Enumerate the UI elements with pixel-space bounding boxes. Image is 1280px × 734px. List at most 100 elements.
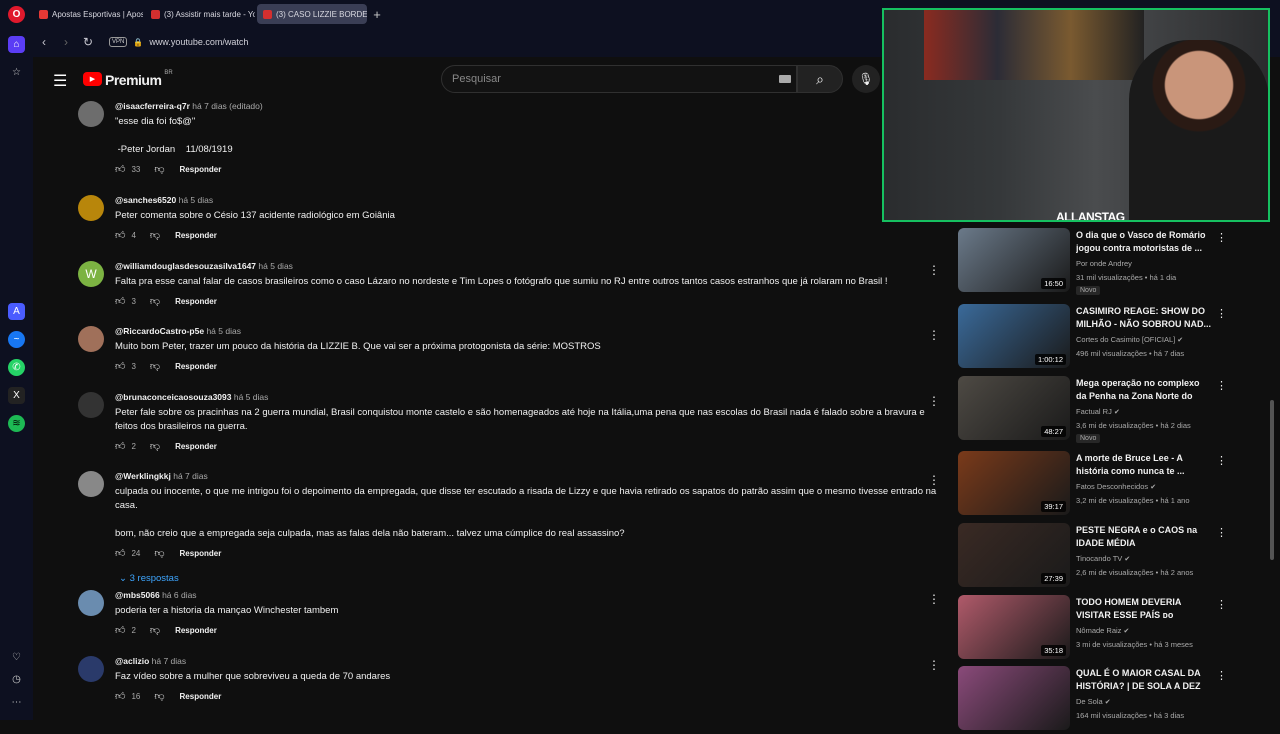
comment-author[interactable]: @aclizio bbox=[115, 656, 149, 666]
like-icon[interactable]: 👍︎ bbox=[115, 547, 125, 559]
avatar[interactable]: W bbox=[78, 261, 104, 287]
avatar[interactable] bbox=[78, 590, 104, 616]
reply-button[interactable]: Responder bbox=[175, 442, 217, 451]
channel-name[interactable]: Nômade Raiz ✔ bbox=[1076, 626, 1129, 635]
comment-time[interactable]: há 5 dias bbox=[179, 195, 214, 205]
more-actions-icon[interactable]: ⋮ bbox=[928, 658, 940, 672]
recommendation-item[interactable]: 27:39 PESTE NEGRA e o CAOS na IDADE MÉDI… bbox=[958, 523, 1230, 591]
video-title[interactable]: Mega operação no complexo da Penha na Zo… bbox=[1076, 377, 1211, 404]
spotify-icon[interactable]: ≋ bbox=[8, 415, 25, 432]
avatar[interactable] bbox=[78, 326, 104, 352]
recommendation-item[interactable]: 48:27 Mega operação no complexo da Penha… bbox=[958, 376, 1230, 444]
messenger-icon[interactable]: ~ bbox=[8, 331, 25, 348]
like-icon[interactable]: 👍︎ bbox=[115, 624, 125, 636]
reply-button[interactable]: Responder bbox=[180, 692, 222, 701]
comment-author[interactable]: @mbs5066 bbox=[115, 590, 160, 600]
channel-name[interactable]: Cortes do Casimito [OFICIAL] ✔ bbox=[1076, 335, 1183, 344]
comment-author[interactable]: @sanches6520 bbox=[115, 195, 176, 205]
like-icon[interactable]: 👍︎ bbox=[115, 690, 125, 702]
forward-icon[interactable]: › bbox=[55, 31, 77, 53]
whatsapp-icon[interactable]: ✆ bbox=[8, 359, 25, 376]
more-actions-icon[interactable]: ⋮ bbox=[1216, 526, 1227, 539]
comment-author[interactable]: @williamdouglasdesouzasilva1647 bbox=[115, 261, 256, 271]
comment-author[interactable]: @isaacferreira-q7r bbox=[115, 101, 190, 111]
comment-time[interactable]: há 7 dias bbox=[152, 656, 187, 666]
more-actions-icon[interactable]: ⋮ bbox=[1216, 231, 1227, 244]
more-actions-icon[interactable]: ⋮ bbox=[1216, 598, 1227, 611]
avatar[interactable] bbox=[78, 656, 104, 682]
dislike-icon[interactable]: 👎︎ bbox=[150, 229, 160, 241]
reply-button[interactable]: Responder bbox=[175, 297, 217, 306]
video-title[interactable]: CASIMIRO REAGE: SHOW DO MILHÃO - NÃO SOB… bbox=[1076, 305, 1211, 331]
video-thumbnail[interactable]: 35:18 bbox=[958, 595, 1070, 659]
reply-button[interactable]: Responder bbox=[175, 362, 217, 371]
video-title[interactable]: O dia que o Vasco de Romário jogou contr… bbox=[1076, 229, 1211, 255]
comment-time[interactable]: há 5 dias bbox=[234, 392, 269, 402]
recommendation-item[interactable]: 1:00:12 CASIMIRO REAGE: SHOW DO MILHÃO -… bbox=[958, 304, 1230, 372]
recommendation-item[interactable]: 39:17 A morte de Bruce Lee - A história … bbox=[958, 451, 1230, 519]
like-icon[interactable]: 👍︎ bbox=[115, 229, 125, 241]
video-title[interactable]: PESTE NEGRA e o CAOS na IDADE MÉDIA bbox=[1076, 524, 1211, 550]
recommendation-item[interactable]: 35:18 TODO HOMEM DEVERIA VISITAR ESSE PA… bbox=[958, 595, 1230, 663]
more-actions-icon[interactable]: ⋮ bbox=[928, 328, 940, 342]
history-icon[interactable]: ◷ bbox=[8, 671, 25, 688]
comment-time[interactable]: há 5 dias bbox=[206, 326, 241, 336]
more-actions-icon[interactable]: ⋮ bbox=[928, 473, 940, 487]
recommendation-item[interactable]: 16:50 O dia que o Vasco de Romário jogou… bbox=[958, 228, 1230, 296]
tab-caso-lizzie[interactable]: (3) CASO LIZZIE BORDEN bbox=[257, 4, 367, 24]
avatar[interactable] bbox=[78, 101, 104, 127]
more-actions-icon[interactable]: ⋮ bbox=[1216, 379, 1227, 392]
dislike-icon[interactable]: 👎︎ bbox=[150, 295, 160, 307]
youtube-premium-logo[interactable]: ▶ Premium BR bbox=[83, 70, 173, 87]
video-thumbnail[interactable]: 48:27 bbox=[958, 376, 1070, 440]
video-thumbnail[interactable]: 16:50 bbox=[958, 228, 1070, 292]
like-icon[interactable]: 👍︎ bbox=[115, 163, 125, 175]
view-replies-button[interactable]: ⌄ 3 respostas bbox=[119, 573, 945, 584]
heart-icon[interactable]: ♡ bbox=[8, 649, 25, 666]
avatar[interactable] bbox=[78, 195, 104, 221]
like-icon[interactable]: 👍︎ bbox=[115, 360, 125, 372]
more-actions-icon[interactable]: ⋮ bbox=[1216, 669, 1227, 682]
more-actions-icon[interactable]: ⋮ bbox=[1216, 454, 1227, 467]
keyboard-icon[interactable] bbox=[779, 75, 791, 83]
comment-time[interactable]: há 6 dias bbox=[162, 590, 197, 600]
recommendation-item[interactable]: QUAL É O MAIOR CASAL DA HISTÓRIA? | DE S… bbox=[958, 666, 1230, 734]
star-icon[interactable]: ☆ bbox=[8, 64, 25, 81]
more-icon[interactable]: ⋯ bbox=[8, 694, 25, 711]
dislike-icon[interactable]: 👎︎ bbox=[154, 690, 164, 702]
vpn-badge[interactable]: VPN bbox=[109, 37, 128, 47]
dislike-icon[interactable]: 👎︎ bbox=[150, 360, 160, 372]
video-thumbnail[interactable]: 39:17 bbox=[958, 451, 1070, 515]
dislike-icon[interactable]: 👎︎ bbox=[150, 624, 160, 636]
reload-icon[interactable]: ↻ bbox=[77, 31, 99, 53]
channel-name[interactable]: Por onde Andrey bbox=[1076, 259, 1132, 268]
dislike-icon[interactable]: 👎︎ bbox=[154, 163, 164, 175]
more-actions-icon[interactable]: ⋮ bbox=[928, 592, 940, 606]
aria-icon[interactable]: A bbox=[8, 303, 25, 320]
search-input[interactable]: Pesquisar bbox=[441, 65, 797, 93]
tab-assistir[interactable]: (3) Assistir mais tarde - Yo bbox=[145, 4, 255, 24]
video-thumbnail[interactable]: 1:00:12 bbox=[958, 304, 1070, 368]
dislike-icon[interactable]: 👎︎ bbox=[150, 440, 160, 452]
url-text[interactable]: www.youtube.com/watch bbox=[149, 37, 248, 47]
comment-author[interactable]: @RiccardoCastro-p5e bbox=[115, 326, 204, 336]
comment-author[interactable]: @brunaconceicaosouza3093 bbox=[115, 392, 231, 402]
like-icon[interactable]: 👍︎ bbox=[115, 440, 125, 452]
video-title[interactable]: A morte de Bruce Lee - A história como n… bbox=[1076, 452, 1211, 478]
channel-name[interactable]: Fatos Desconhecidos ✔ bbox=[1076, 482, 1156, 491]
menu-icon[interactable]: ☰ bbox=[53, 71, 67, 91]
channel-name[interactable]: Factual RJ ✔ bbox=[1076, 407, 1120, 416]
mic-button[interactable]: 🎙 bbox=[852, 65, 880, 93]
opera-logo-icon[interactable]: O bbox=[8, 6, 25, 23]
tab-apostas[interactable]: Apostas Esportivas | Apos bbox=[33, 4, 143, 24]
lock-icon[interactable]: 🔒 bbox=[133, 38, 143, 47]
scrollbar[interactable] bbox=[1270, 400, 1274, 560]
video-title[interactable]: QUAL É O MAIOR CASAL DA HISTÓRIA? | DE S… bbox=[1076, 667, 1211, 693]
video-title[interactable]: TODO HOMEM DEVERIA VISITAR ESSE PAÍS ᴅᴏ bbox=[1076, 596, 1211, 622]
comment-author[interactable]: @Werklingkkj bbox=[115, 471, 171, 481]
comment-time[interactable]: há 7 dias (editado) bbox=[192, 101, 262, 111]
like-icon[interactable]: 👍︎ bbox=[115, 295, 125, 307]
new-tab-button[interactable]: + bbox=[369, 6, 385, 22]
channel-name[interactable]: De Sola ✔ bbox=[1076, 697, 1111, 706]
comment-time[interactable]: há 5 dias bbox=[258, 261, 293, 271]
